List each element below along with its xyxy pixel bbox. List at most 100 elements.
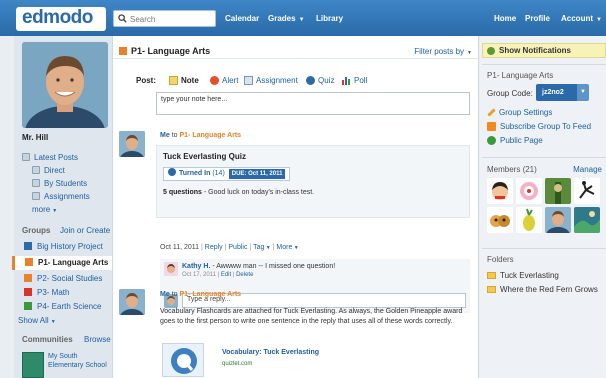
show-all-groups[interactable]: Show All ▼ (18, 316, 56, 325)
folders-heading: Folders (487, 255, 514, 264)
join-or-create-link[interactable]: Join or Create (60, 226, 110, 235)
member-avatar[interactable] (516, 178, 542, 204)
post-type-note[interactable]: Note (169, 76, 199, 85)
note-input[interactable]: type your note here... (156, 92, 470, 115)
member-avatar[interactable] (487, 178, 513, 204)
reply-thread: Kathy H. - Awwww man -- I missed one que… (160, 259, 470, 313)
folder-item[interactable]: Where the Red Fern Grows (487, 285, 598, 294)
subscribe-feed-link[interactable]: Subscribe Group To Feed (487, 122, 591, 131)
post-type-alert[interactable]: Alert (210, 76, 238, 85)
edmodo-logo[interactable]: edmodo (16, 7, 106, 31)
post-type-label: Alert (222, 76, 239, 85)
post-type-label: Poll (354, 76, 368, 85)
assignment-icon (244, 76, 253, 85)
member-avatar[interactable] (574, 178, 600, 204)
sidebar-group-big-history[interactable]: Big History Project (14, 240, 112, 254)
sidebar-group-social-studies[interactable]: P2- Social Studies (14, 272, 112, 286)
post-type-quiz[interactable]: Quiz (306, 76, 334, 85)
divider (482, 64, 606, 65)
member-photo (516, 207, 542, 233)
folder-label: Tuck Everlasting (500, 271, 559, 280)
post-author[interactable]: Me (160, 291, 170, 298)
group-header: P1- Language Arts Filter posts by ▼ (113, 41, 480, 59)
member-avatar[interactable] (545, 207, 571, 233)
assignments-icon (32, 192, 40, 200)
posts-icon (22, 153, 30, 161)
group-color-icon (24, 242, 32, 250)
filter-posts-dropdown[interactable]: Filter posts by ▼ (414, 47, 472, 56)
folder-item[interactable]: Tuck Everlasting (487, 271, 559, 280)
sidebar-group-earth-science[interactable]: P4- Earth Science (14, 300, 112, 314)
sidebar-group-math[interactable]: P3- Math (14, 286, 112, 300)
post-group[interactable]: P1- Language Arts (179, 291, 241, 298)
student-avatar[interactable] (164, 262, 178, 276)
post-author[interactable]: Me (160, 132, 170, 139)
post-group[interactable]: P1- Language Arts (179, 132, 241, 139)
chevron-down-icon: ▼ (298, 17, 305, 23)
sidebar-item-latest-posts[interactable]: Latest Posts (22, 153, 78, 162)
show-notifications-button[interactable]: Show Notifications (482, 43, 606, 58)
members-heading: Members (21) (487, 165, 537, 174)
search-input[interactable] (130, 13, 214, 25)
reply-edit-link[interactable]: Edit (221, 272, 231, 278)
group-settings-label: Group Settings (499, 108, 553, 117)
search-icon[interactable] (118, 14, 127, 23)
nav-account[interactable]: Account ▼ (561, 14, 602, 23)
post-type-poll[interactable]: Poll (342, 76, 367, 85)
sidebar-item-direct[interactable]: Direct (32, 166, 65, 175)
post-type-label: Note (181, 76, 199, 85)
globe-icon (487, 136, 496, 145)
attachment-url[interactable]: quizlet.com (222, 361, 252, 367)
chevron-down-icon: ▼ (292, 245, 299, 251)
quizlet-thumbnail[interactable] (162, 343, 204, 377)
chevron-down-icon: ▼ (596, 17, 602, 23)
post-author-avatar[interactable] (119, 289, 145, 315)
main-content: P1- Language Arts Filter posts by ▼ Post:… (112, 36, 480, 378)
nav-profile[interactable]: Profile (525, 14, 550, 23)
member-avatar[interactable] (516, 207, 542, 233)
public-page-link[interactable]: Public Page (487, 136, 543, 145)
post-to: to (171, 132, 178, 139)
reply-date: Oct 17, 2011 (182, 272, 216, 278)
reply-author[interactable]: Kathy H. (182, 263, 210, 270)
tag-dropdown[interactable]: Tag (253, 244, 264, 251)
due-badge: DUE: Oct 11, 2011 (228, 169, 286, 179)
sidebar-item-by-students[interactable]: By Students (32, 179, 87, 188)
communities-heading: Communities (22, 335, 73, 344)
browse-communities-link[interactable]: Browse (84, 335, 111, 344)
post-author-avatar[interactable] (119, 131, 145, 157)
reply-body: - Awwww man -- I missed one question! (210, 263, 336, 270)
more-dropdown[interactable]: More (276, 244, 292, 251)
students-icon (32, 179, 40, 187)
reply-delete-link[interactable]: Delete (236, 272, 253, 278)
member-avatar[interactable] (487, 207, 513, 233)
group-title: P1- Language Arts (487, 71, 554, 80)
quiz-title[interactable]: Tuck Everlasting Quiz (163, 152, 246, 161)
reply-link[interactable]: Reply (205, 244, 223, 251)
profile-avatar[interactable] (22, 42, 108, 128)
nav-home[interactable]: Home (494, 14, 516, 23)
group-code-dropdown[interactable]: ▼ (577, 84, 589, 101)
member-avatar[interactable] (574, 207, 600, 233)
post-type-assignment[interactable]: Assignment (244, 76, 298, 85)
public-link[interactable]: Public (228, 244, 247, 251)
nav-library[interactable]: Library (316, 14, 343, 23)
nav-calendar[interactable]: Calendar (225, 14, 259, 23)
rss-icon (487, 122, 496, 131)
manage-members-link[interactable]: Manage (573, 165, 602, 174)
group-settings-link[interactable]: Group Settings (487, 108, 552, 117)
attachment-title[interactable]: Vocabulary: Tuck Everlasting (222, 349, 319, 356)
group-label: Big History Project (37, 242, 103, 251)
nav-grades[interactable]: Grades ▼ (268, 14, 305, 23)
group-color-icon (24, 302, 32, 310)
search-box[interactable] (113, 10, 216, 27)
member-photo (545, 207, 571, 233)
sidebar-more[interactable]: more ▼ (32, 205, 57, 214)
sidebar-item-assignments[interactable]: Assignments (32, 192, 90, 201)
member-avatar[interactable] (545, 178, 571, 204)
community-item[interactable]: My South Elementary School (22, 352, 108, 378)
attachment-card[interactable]: Vocabulary: Tuck Everlasting quizlet.com (162, 341, 362, 378)
sidebar-group-language-arts[interactable]: P1- Language Arts (12, 256, 114, 270)
chevron-down-icon: ▼ (264, 245, 271, 251)
turned-in-button[interactable]: Turned In (14) DUE: Oct 11, 2011 (163, 167, 291, 181)
